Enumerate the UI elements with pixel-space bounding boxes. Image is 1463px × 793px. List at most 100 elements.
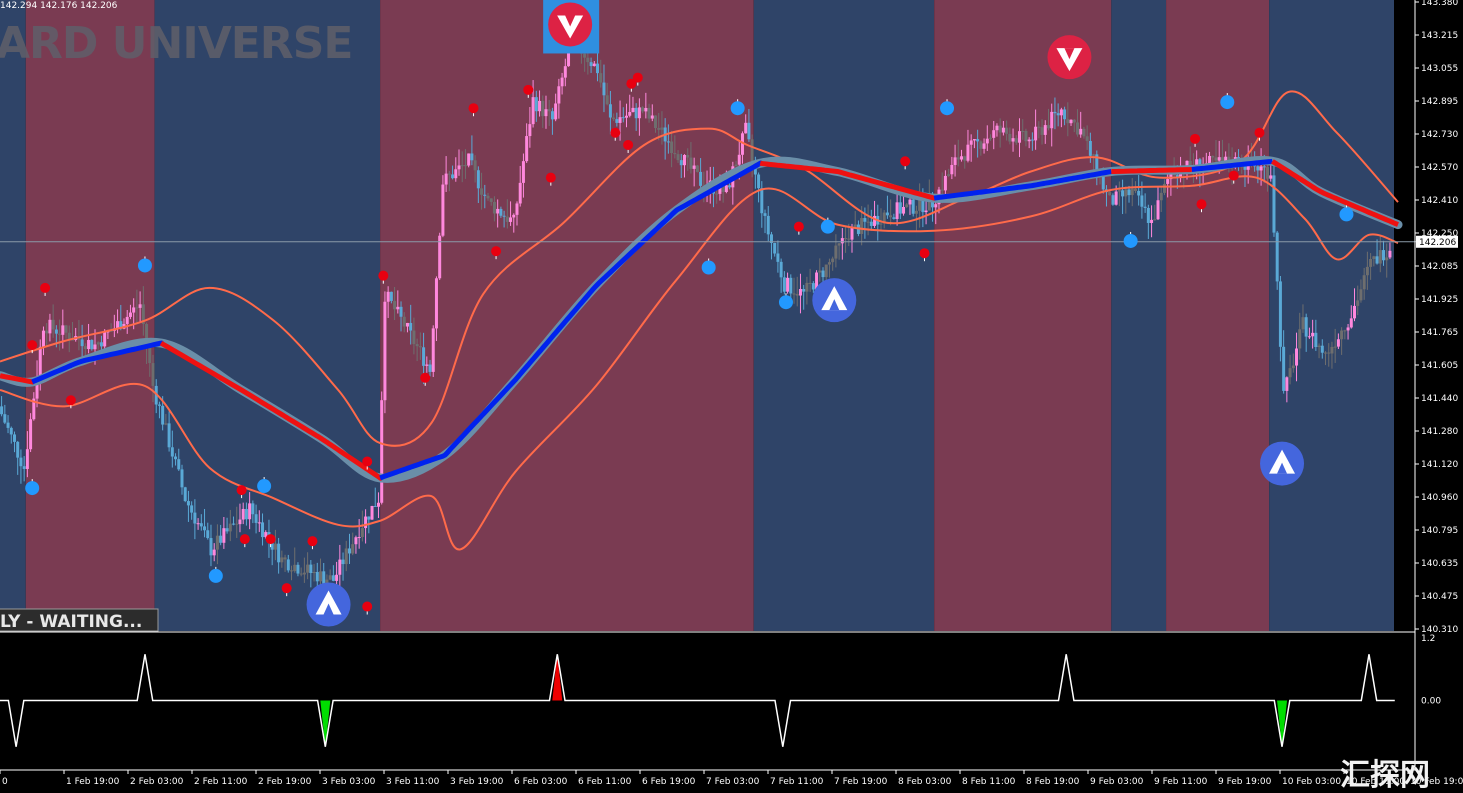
candle-body xyxy=(1346,327,1350,331)
candle-body xyxy=(818,270,822,273)
candle-body xyxy=(190,505,194,513)
candle-body xyxy=(1295,348,1299,366)
candle-body xyxy=(1256,166,1260,171)
candle-body xyxy=(1362,275,1366,290)
candle-body xyxy=(103,331,107,347)
candle-body xyxy=(206,530,210,539)
candle-body xyxy=(628,111,632,116)
candle-body xyxy=(238,519,242,525)
candle-body xyxy=(128,312,132,317)
price-tick-label: 143.215 xyxy=(1421,31,1458,41)
blue-dot xyxy=(730,101,745,116)
candle-body xyxy=(563,66,567,78)
red-dot xyxy=(610,127,621,138)
candle-body xyxy=(953,157,957,165)
candle-body xyxy=(1388,250,1392,258)
candle-body xyxy=(724,185,728,192)
candle-body xyxy=(373,505,377,507)
candle-body xyxy=(90,339,94,350)
blue-dot xyxy=(1123,233,1138,248)
candle-body xyxy=(444,173,448,185)
candle-body xyxy=(599,73,603,83)
candle-body xyxy=(889,215,893,218)
candle-body xyxy=(1027,139,1031,142)
candle-body xyxy=(1211,155,1215,158)
candle-body xyxy=(1378,250,1382,264)
candle-body xyxy=(1001,127,1005,133)
candle-body xyxy=(418,346,422,348)
time-tick-label: 6 Feb 03:00 xyxy=(514,777,568,787)
candle-body xyxy=(341,559,345,565)
time-tick-label: 7 Feb 11:00 xyxy=(770,777,824,787)
candle-body xyxy=(676,154,680,161)
candle-body xyxy=(199,523,203,527)
price-tick-label: 142.895 xyxy=(1421,97,1458,107)
price-tick-label: 142.570 xyxy=(1421,163,1458,173)
candle-body xyxy=(45,330,49,334)
price-tick-label: 141.280 xyxy=(1421,427,1458,437)
candle-body xyxy=(1114,191,1118,205)
candle-body xyxy=(425,364,429,366)
candle-body xyxy=(831,258,835,263)
time-tick-label: 3 Feb 19:00 xyxy=(450,777,504,787)
red-dot xyxy=(491,246,502,257)
candle-body xyxy=(315,571,319,582)
red-dot xyxy=(265,534,276,545)
candle-body xyxy=(1075,122,1079,135)
candle-body xyxy=(1111,195,1115,205)
blue-dot xyxy=(257,479,272,494)
candle-body xyxy=(995,125,999,131)
candle-body xyxy=(58,333,62,335)
candle-body xyxy=(885,212,889,216)
candle-body xyxy=(1121,190,1125,197)
candle-body xyxy=(1146,207,1150,223)
osc-tick-label: 0.00 xyxy=(1421,697,1441,707)
candle-body xyxy=(290,570,294,572)
candle-body xyxy=(180,469,184,488)
candle-body xyxy=(1269,175,1273,179)
red-dot xyxy=(420,372,431,383)
candle-body xyxy=(528,124,532,137)
candle-body xyxy=(699,171,703,186)
candle-body xyxy=(592,63,596,67)
blue-dot xyxy=(137,258,152,273)
candle-body xyxy=(1266,167,1270,179)
candle-body xyxy=(869,221,873,226)
candle-body xyxy=(335,574,339,581)
candle-body xyxy=(467,153,471,166)
candle-body xyxy=(515,203,519,215)
candle-body xyxy=(811,283,815,290)
candle-body xyxy=(80,339,84,347)
candle-body xyxy=(1024,131,1028,142)
candle-body xyxy=(228,523,232,532)
candle-body xyxy=(451,174,455,179)
candle-body xyxy=(602,82,606,96)
candle-body xyxy=(502,215,506,217)
candle-body xyxy=(647,107,651,119)
candle-body xyxy=(773,242,777,254)
candle-body xyxy=(1301,317,1305,330)
candle-body xyxy=(135,307,139,309)
red-dot xyxy=(919,248,930,259)
candle-body xyxy=(782,277,786,292)
price-tick-label: 140.795 xyxy=(1421,526,1458,536)
candle-body xyxy=(934,204,938,208)
price-tick-label: 140.475 xyxy=(1421,592,1458,602)
candle-body xyxy=(132,307,136,313)
red-dot xyxy=(281,583,292,594)
candle-body xyxy=(219,535,223,543)
candle-body xyxy=(161,405,165,425)
candle-body xyxy=(1272,175,1276,233)
candle-body xyxy=(1127,189,1131,196)
candle-body xyxy=(924,210,928,213)
candle-body xyxy=(1124,189,1128,197)
candle-body xyxy=(499,208,503,216)
candle-body xyxy=(212,549,216,556)
candle-body xyxy=(273,543,277,550)
candle-body xyxy=(686,154,690,158)
candle-body xyxy=(460,165,464,167)
candle-body xyxy=(979,141,983,149)
candle-body xyxy=(344,548,348,565)
trading-chart[interactable]: ARD UNIVERSE 143.380 143.215 143.055 142.89… xyxy=(0,0,1463,793)
candle-body xyxy=(1040,127,1044,135)
